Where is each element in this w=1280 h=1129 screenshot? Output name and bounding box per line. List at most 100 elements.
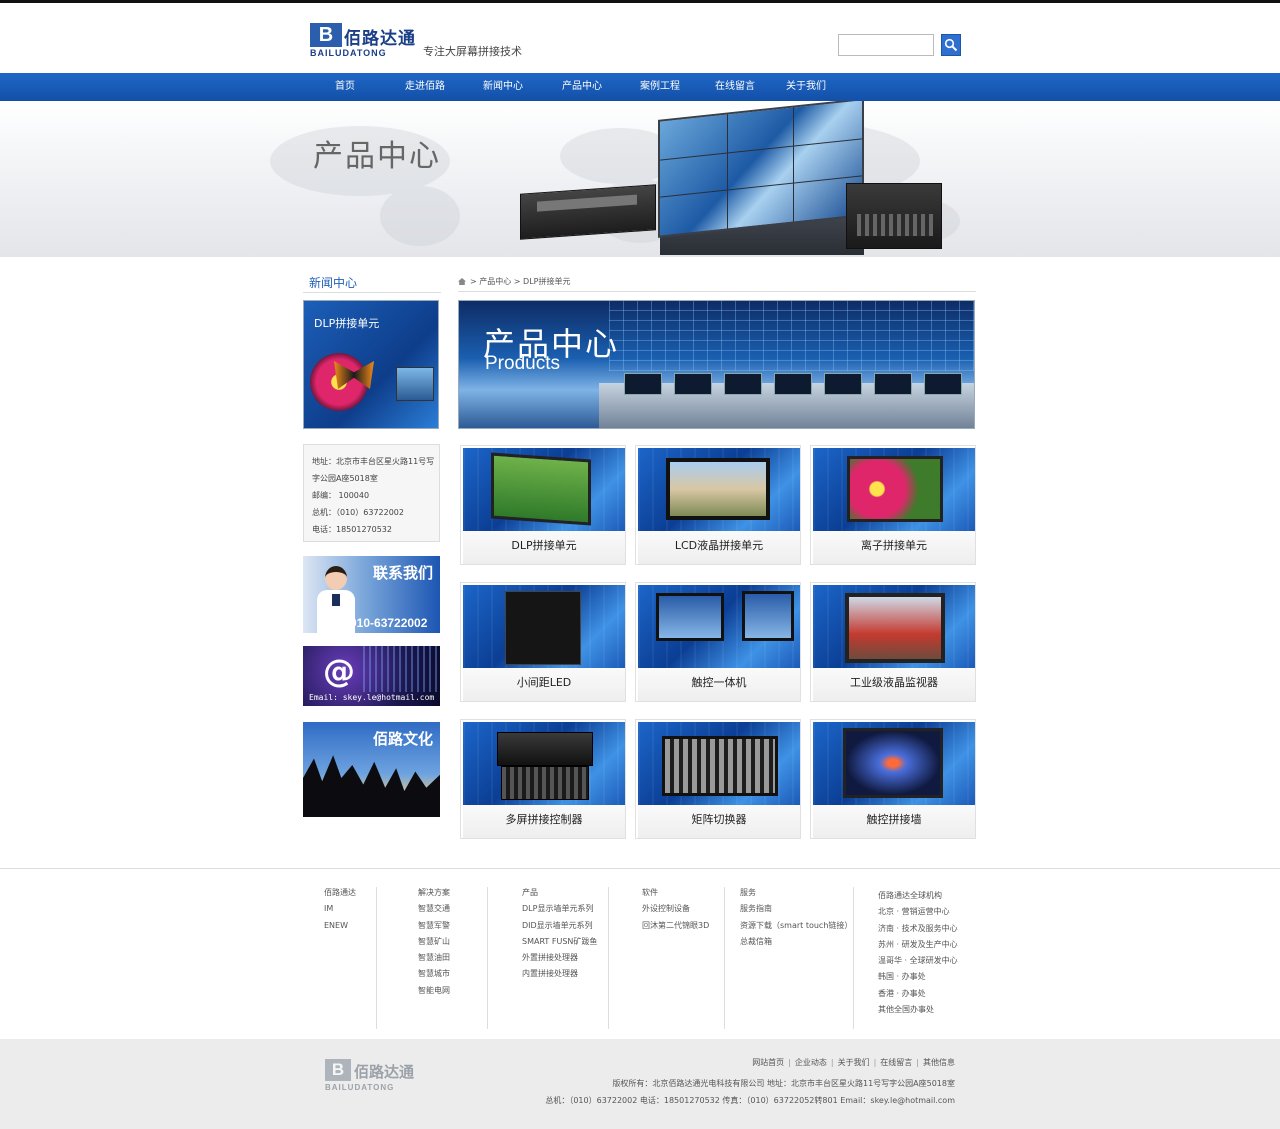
footer-link[interactable]: 济南 · 技术及服务中心 [878, 921, 958, 937]
product-label: LCD液晶拼接单元 [638, 531, 800, 564]
product-label: 多屏拼接控制器 [463, 805, 625, 838]
footer-link[interactable]: 总裁信箱 [740, 934, 852, 950]
footer-link[interactable]: ENEW [324, 918, 356, 934]
nav-item-products[interactable]: 产品中心 [562, 73, 602, 101]
footer-link[interactable]: 外置拼接处理器 [522, 950, 597, 966]
footer-nav-about[interactable]: 关于我们 [838, 1058, 870, 1067]
footer-link[interactable]: 服务 [740, 885, 852, 901]
at-sign-icon: @ [323, 652, 355, 690]
footer-link[interactable]: 智慧城市 [418, 966, 450, 982]
footer-link[interactable]: 内置拼接处理器 [522, 966, 597, 982]
controller-device-image [520, 184, 656, 240]
footer-nav-message[interactable]: 在线留言 [880, 1058, 912, 1067]
contact-address-cont: 字公园A座5018室 [312, 474, 378, 483]
nav-item-home[interactable]: 首页 [335, 73, 355, 101]
footer-link[interactable]: 佰路通达 [324, 885, 356, 901]
breadcrumb: > 产品中心 > DLP拼接单元 [458, 276, 570, 287]
footer-nav-home[interactable]: 网站首页 [752, 1058, 784, 1067]
footer-link[interactable]: 北京 · 营销运营中心 [878, 904, 958, 920]
footer-link[interactable]: IM [324, 901, 356, 917]
page-banner: 产品中心 [0, 101, 1280, 257]
sidebar-promo-label: DLP拼接单元 [314, 317, 380, 330]
processor-device-image [846, 183, 942, 249]
product-image [813, 722, 975, 805]
product-card-matrix-switcher[interactable]: 矩阵切换器 [635, 719, 801, 839]
video-wall-image [658, 101, 864, 238]
screen-image [396, 367, 434, 401]
footer-nav: 网站首页 | 企业动态 | 关于我们 | 在线留言 | 其他信息 [752, 1058, 955, 1067]
footer-link[interactable]: 智慧军警 [418, 918, 450, 934]
contact-postcode: 邮编： 100040 [312, 491, 370, 500]
logo-english-name: BAILUDATONG [310, 48, 387, 58]
footer-link[interactable]: 解决方案 [418, 885, 450, 901]
home-icon[interactable] [458, 278, 466, 285]
footer-link[interactable]: 智能电网 [418, 983, 450, 999]
site-logo[interactable]: B 佰路达通 BAILUDATONG [310, 23, 422, 59]
footer-col-service: 服务 服务指南 资源下载（smart touch链接） 总裁信箱 [740, 885, 852, 950]
banner-title: 产品中心 [313, 139, 441, 174]
footer-link[interactable]: 回沐第二代锦眼3D [642, 918, 709, 934]
product-card-multi-screen-controller[interactable]: 多屏拼接控制器 [460, 719, 626, 839]
footer-link[interactable]: 其他全国办事处 [878, 1002, 958, 1018]
contact-mobile: 电话：18501270532 [312, 525, 392, 534]
footer-link[interactable]: 苏州 · 研发及生产中心 [878, 937, 958, 953]
product-image [813, 448, 975, 531]
footer-link[interactable]: 产品 [522, 885, 597, 901]
search-input[interactable] [838, 34, 934, 56]
product-label: 离子拼接单元 [813, 531, 975, 564]
footer-link[interactable]: 智慧油田 [418, 950, 450, 966]
products-banner-subtitle: Products [485, 353, 560, 374]
footer-nav-news[interactable]: 企业动态 [795, 1058, 827, 1067]
breadcrumb-text[interactable]: > 产品中心 > DLP拼接单元 [470, 277, 570, 286]
footer-link[interactable]: SMART FUSN矿跋鱼 [522, 934, 597, 950]
product-card-touch-wall[interactable]: 触控拼接墙 [810, 719, 976, 839]
footer-link[interactable]: 资源下载（smart touch链接） [740, 918, 852, 934]
product-card-industrial-monitor[interactable]: 工业级液晶监视器 [810, 582, 976, 702]
product-label: 工业级液晶监视器 [813, 668, 975, 701]
footer-link[interactable]: 佰路通达全球机构 [878, 888, 958, 904]
nav-item-news[interactable]: 新闻中心 [483, 73, 523, 101]
culture-title: 佰路文化 [373, 730, 434, 748]
product-label: 触控一体机 [638, 668, 800, 701]
main-nav: 首页 走进佰路 新闻中心 产品中心 案例工程 在线留言 关于我们 [0, 73, 1280, 101]
culture-banner[interactable]: 佰路文化 [303, 722, 440, 817]
footer-link[interactable]: 软件 [642, 885, 709, 901]
product-card-lcd[interactable]: LCD液晶拼接单元 [635, 445, 801, 565]
footer-bottom: B 佰路达通 BAILUDATONG 网站首页 | 企业动态 | 关于我们 | 在线留言 | 其… [0, 1039, 1280, 1129]
product-image [638, 585, 800, 668]
product-card-plasma[interactable]: 离子拼接单元 [810, 445, 976, 565]
sidebar-promo-dlp[interactable]: DLP拼接单元 [303, 300, 439, 429]
footer-link[interactable]: 智慧矿山 [418, 934, 450, 950]
nav-item-cases[interactable]: 案例工程 [640, 73, 680, 101]
sidebar-divider [303, 292, 441, 293]
footer-col-offices: 佰路通达全球机构 北京 · 营销运营中心 济南 · 技术及服务中心 苏州 · 研… [878, 888, 958, 1018]
footer-contact: 总机：（010）63722002 电话：18501270532 传真：（010）… [545, 1096, 955, 1105]
footer-link[interactable]: DLP显示墙单元系列 [522, 901, 597, 917]
footer-link[interactable]: 服务指南 [740, 901, 852, 917]
nav-item-message[interactable]: 在线留言 [715, 73, 755, 101]
footer-link[interactable]: DID显示墙单元系列 [522, 918, 597, 934]
footer-link[interactable]: 温哥华 · 全球研发中心 [878, 953, 958, 969]
footer-link[interactable]: 香港 · 办事处 [878, 986, 958, 1002]
footer-link[interactable]: 智慧交通 [418, 901, 450, 917]
footer-logo-english-name: BAILUDATONG [325, 1083, 395, 1092]
header: B 佰路达通 BAILUDATONG 专注大屏幕拼接技术 [0, 3, 1280, 73]
email-banner[interactable]: @ Email: skey.le@hotmail.com [303, 646, 440, 706]
email-address: Email: skey.le@hotmail.com [309, 693, 435, 702]
contact-phone: 总机：（010）63722002 [312, 508, 404, 517]
nav-item-about-us[interactable]: 关于我们 [786, 73, 826, 101]
nav-item-about-bailu[interactable]: 走进佰路 [405, 73, 445, 101]
footer-col-solutions: 解决方案 智慧交通 智慧军警 智慧矿山 智慧油田 智慧城市 智能电网 [418, 885, 450, 999]
contact-us-phone: 010-63722002 [350, 616, 428, 630]
product-card-dlp[interactable]: DLP拼接单元 [460, 445, 626, 565]
contact-us-banner[interactable]: 联系我们 010-63722002 [303, 556, 440, 633]
search-button[interactable] [941, 34, 961, 56]
product-card-small-pitch-led[interactable]: 小间距LED [460, 582, 626, 702]
footer-links: 佰路通达 IM ENEW 解决方案 智慧交通 智慧军警 智慧矿山 智慧油田 智慧… [0, 868, 1280, 1039]
footer-logo-chinese-name: 佰路达通 [354, 1063, 415, 1081]
footer-nav-other[interactable]: 其他信息 [923, 1058, 955, 1067]
footer-link[interactable]: 韩国 · 办事处 [878, 969, 958, 985]
footer-link[interactable]: 外设控制设备 [642, 901, 709, 917]
product-card-touch-kiosk[interactable]: 触控一体机 [635, 582, 801, 702]
footer-logo[interactable]: B 佰路达通 BAILUDATONG [325, 1059, 437, 1095]
